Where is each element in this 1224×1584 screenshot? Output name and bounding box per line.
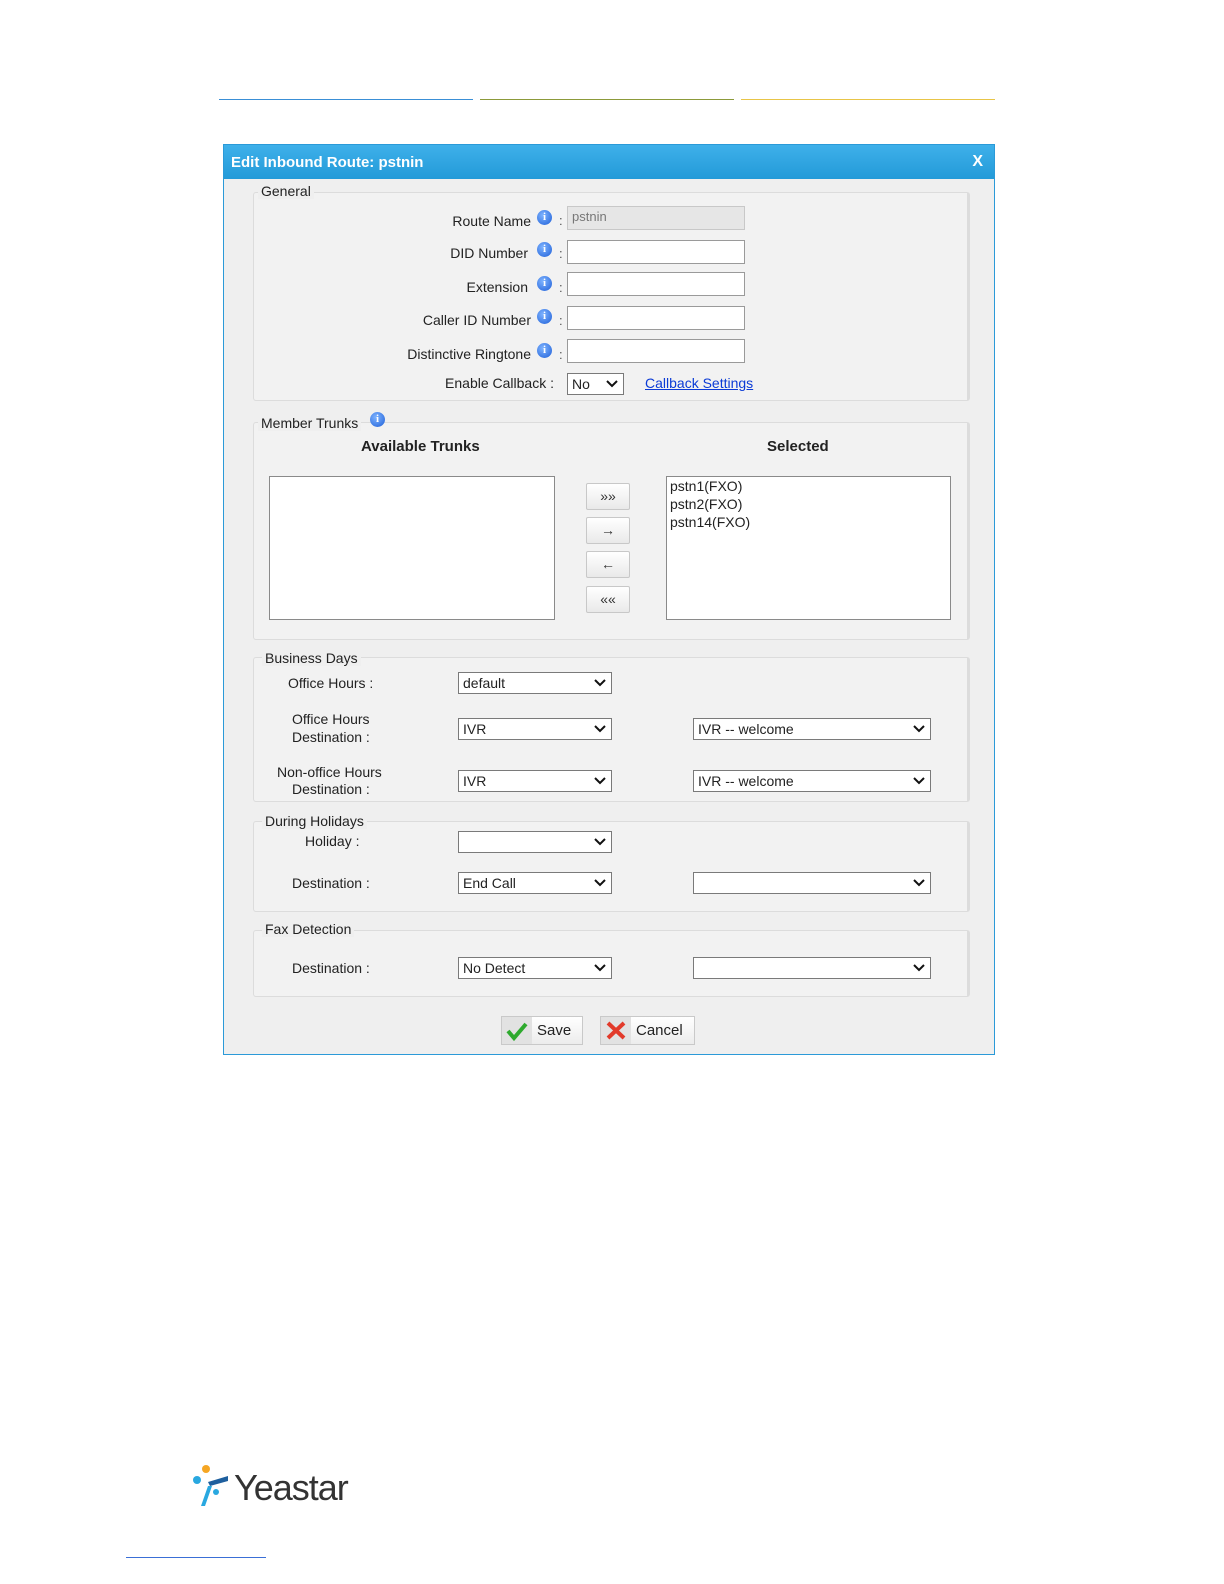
- distinctive-ringtone-label: Distinctive Ringtone: [407, 346, 531, 362]
- check-icon: [506, 1022, 528, 1042]
- list-item[interactable]: pstn1(FXO): [667, 477, 950, 495]
- business-days-legend: Business Days: [262, 650, 361, 666]
- non-office-hours-destination-target-value: IVR -- welcome: [698, 773, 794, 789]
- edit-inbound-route-dialog: Edit Inbound Route: pstnin X General Rou…: [223, 144, 995, 1055]
- chevron-down-icon: [913, 879, 925, 887]
- non-office-hours-destination-target-select[interactable]: IVR -- welcome: [693, 770, 931, 792]
- colon: :: [559, 213, 563, 228]
- office-hours-value: default: [463, 675, 506, 691]
- yeastar-logo-icon: [193, 1465, 228, 1506]
- header-rule-yellow: [741, 99, 995, 100]
- caller-id-number-label: Caller ID Number: [422, 312, 531, 328]
- brand-name: Yeastar: [234, 1467, 349, 1508]
- footer-rule: [126, 1557, 266, 1558]
- office-hours-destination-target-select[interactable]: IVR -- welcome: [693, 718, 931, 740]
- remove-button[interactable]: ←: [586, 551, 630, 578]
- route-name-label: Route Name: [452, 213, 531, 229]
- save-label: Save: [537, 1022, 572, 1039]
- add-button[interactable]: →: [586, 517, 630, 544]
- chevron-down-icon: [594, 725, 606, 733]
- cancel-label: Cancel: [636, 1022, 683, 1039]
- non-office-hours-destination-label-1: Non-office Hours: [277, 764, 382, 780]
- chevron-down-icon: [606, 380, 618, 388]
- holiday-destination-type-select[interactable]: End Call: [458, 872, 612, 894]
- holiday-label: Holiday :: [305, 833, 360, 849]
- header-rule-olive: [480, 99, 734, 100]
- fax-destination-type-value: No Detect: [463, 960, 526, 976]
- chevron-down-icon: [913, 964, 925, 972]
- close-icon[interactable]: X: [972, 153, 983, 171]
- holidays-legend: During Holidays: [262, 813, 367, 829]
- info-icon[interactable]: i: [537, 309, 552, 324]
- selected-trunks-header: Selected: [767, 438, 829, 455]
- info-icon[interactable]: i: [537, 242, 552, 257]
- info-icon[interactable]: i: [370, 412, 385, 427]
- fax-destination-type-select[interactable]: No Detect: [458, 957, 612, 979]
- dialog-title-bar: Edit Inbound Route: pstnin X: [224, 145, 994, 179]
- office-hours-destination-label-2: Destination :: [292, 729, 370, 745]
- non-office-hours-destination-type-value: IVR: [463, 773, 487, 789]
- fax-detection-legend: Fax Detection: [262, 921, 355, 937]
- save-button[interactable]: Save: [501, 1016, 583, 1045]
- enable-callback-label: Enable Callback :: [445, 375, 554, 391]
- holiday-destination-type-value: End Call: [463, 875, 516, 891]
- remove-all-button[interactable]: ««: [586, 586, 630, 613]
- general-legend: General: [258, 183, 314, 199]
- x-icon-bg: [601, 1017, 631, 1044]
- colon: :: [559, 246, 563, 261]
- header-rule-blue: [219, 99, 473, 100]
- info-icon[interactable]: i: [537, 210, 552, 225]
- distinctive-ringtone-field[interactable]: [567, 339, 745, 363]
- did-number-label: DID Number: [450, 245, 528, 261]
- office-hours-destination-target-value: IVR -- welcome: [698, 721, 794, 737]
- office-hours-destination-type-select[interactable]: IVR: [458, 718, 612, 740]
- available-trunks-list[interactable]: [269, 476, 555, 620]
- non-office-hours-destination-label-2: Destination :: [292, 781, 370, 797]
- callback-settings-link[interactable]: Callback Settings: [645, 375, 753, 391]
- chevron-down-icon: [594, 879, 606, 887]
- check-icon-bg: [502, 1017, 532, 1044]
- holiday-destination-target-select[interactable]: [693, 872, 931, 894]
- cancel-button[interactable]: Cancel: [600, 1016, 695, 1045]
- member-trunks-legend: Member Trunks: [258, 415, 362, 431]
- route-name-field[interactable]: pstnin: [567, 206, 745, 230]
- chevron-down-icon: [594, 777, 606, 785]
- add-all-button[interactable]: »»: [586, 483, 630, 510]
- extension-field[interactable]: [567, 272, 745, 296]
- colon: :: [559, 313, 563, 328]
- caller-id-number-field[interactable]: [567, 306, 745, 330]
- chevron-down-icon: [594, 679, 606, 687]
- chevron-down-icon: [594, 838, 606, 846]
- chevron-down-icon: [913, 777, 925, 785]
- info-icon[interactable]: i: [537, 343, 552, 358]
- fax-destination-target-select[interactable]: [693, 957, 931, 979]
- office-hours-destination-type-value: IVR: [463, 721, 487, 737]
- office-hours-label: Office Hours :: [288, 675, 374, 691]
- list-item[interactable]: pstn2(FXO): [667, 495, 950, 513]
- available-trunks-header: Available Trunks: [361, 438, 480, 455]
- chevron-down-icon: [594, 964, 606, 972]
- holiday-select[interactable]: [458, 831, 612, 853]
- did-number-field[interactable]: [567, 240, 745, 264]
- office-hours-select[interactable]: default: [458, 672, 612, 694]
- office-hours-destination-label-1: Office Hours: [292, 711, 370, 727]
- colon: :: [559, 347, 563, 362]
- non-office-hours-destination-type-select[interactable]: IVR: [458, 770, 612, 792]
- enable-callback-value: No: [572, 376, 590, 392]
- info-icon[interactable]: i: [537, 276, 552, 291]
- route-name-value: pstnin: [572, 209, 607, 224]
- enable-callback-select[interactable]: No: [567, 373, 624, 395]
- selected-trunks-list[interactable]: pstn1(FXO) pstn2(FXO) pstn14(FXO): [666, 476, 951, 620]
- colon: :: [559, 280, 563, 295]
- x-icon: [606, 1021, 626, 1040]
- list-item[interactable]: pstn14(FXO): [667, 513, 950, 531]
- holiday-destination-label: Destination :: [292, 875, 370, 891]
- fax-destination-label: Destination :: [292, 960, 370, 976]
- chevron-down-icon: [913, 725, 925, 733]
- extension-label: Extension: [466, 279, 528, 295]
- dialog-title: Edit Inbound Route: pstnin: [231, 154, 424, 171]
